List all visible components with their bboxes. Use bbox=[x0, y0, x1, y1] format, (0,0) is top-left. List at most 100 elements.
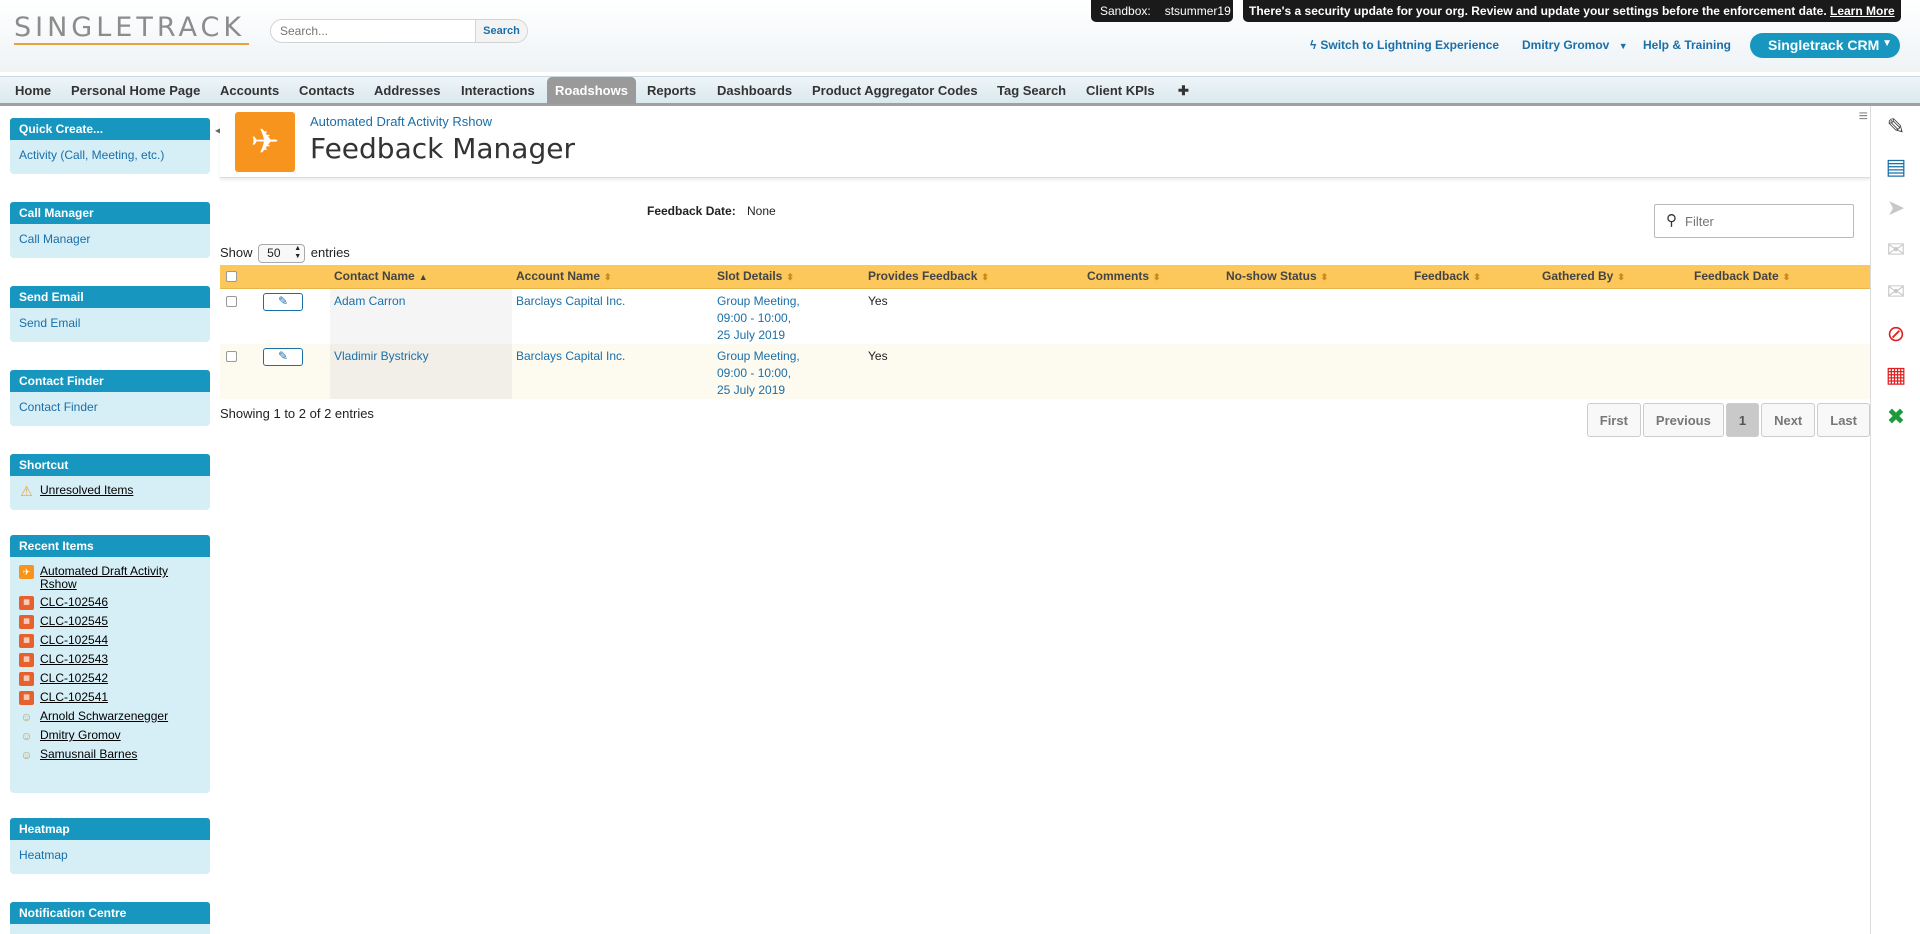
notifications-off-icon[interactable]: ⊘ bbox=[1882, 320, 1910, 348]
recent-item-link[interactable]: CLC-102541 bbox=[40, 691, 108, 704]
comments-cell bbox=[1083, 288, 1222, 344]
column-header-no-show-status[interactable]: No-show Status ⬍ bbox=[1222, 265, 1410, 289]
select-all-checkbox[interactable] bbox=[226, 270, 237, 282]
account-link[interactable]: Barclays Capital Inc. bbox=[516, 349, 625, 363]
tab-reports[interactable]: Reports bbox=[647, 77, 696, 104]
tab-interactions[interactable]: Interactions bbox=[461, 77, 535, 104]
recent-item[interactable]: ▦ CLC-102546 bbox=[19, 596, 201, 610]
recent-item[interactable]: ▦ CLC-102543 bbox=[19, 653, 201, 667]
recent-item-link[interactable]: Arnold Schwarzenegger bbox=[40, 710, 168, 723]
global-search: Search bbox=[270, 19, 528, 43]
search-icon: ⚲ bbox=[1666, 212, 1677, 229]
hamburger-menu-icon[interactable]: ≡ bbox=[1859, 108, 1868, 126]
help-training-link[interactable]: Help & Training bbox=[1643, 38, 1731, 52]
feedback-date-cell bbox=[1690, 343, 1870, 399]
user-name: Dmitry Gromov bbox=[1522, 38, 1610, 52]
call-manager-section: Call Manager Call Manager bbox=[10, 202, 210, 258]
app-switcher[interactable]: Singletrack CRM ▼ bbox=[1750, 33, 1900, 58]
calendar-icon[interactable]: ▦ bbox=[1882, 361, 1910, 389]
slot-link[interactable]: Group Meeting, 09:00 - 10:00, 25 July 2019 bbox=[717, 349, 800, 397]
quick-create-activity-link[interactable]: Activity (Call, Meeting, etc.) bbox=[19, 148, 201, 162]
recent-item-link[interactable]: CLC-102544 bbox=[40, 634, 108, 647]
tab-dashboards[interactable]: Dashboards bbox=[717, 77, 792, 104]
learn-more-link[interactable]: Learn More bbox=[1830, 4, 1895, 18]
singletrack-logo[interactable]: SINGLETRACK bbox=[14, 12, 245, 43]
recent-item-link[interactable]: Samusnail Barnes bbox=[40, 748, 137, 761]
call-manager-link[interactable]: Call Manager bbox=[19, 232, 201, 246]
tab-personal-home-page[interactable]: Personal Home Page bbox=[71, 77, 200, 104]
column-header-account-name[interactable]: Account Name ⬍ bbox=[512, 265, 713, 289]
column-header-label: Feedback bbox=[1414, 269, 1470, 284]
column-header-feedback-date[interactable]: Feedback Date ⬍ bbox=[1690, 265, 1870, 289]
switch-lightning-link[interactable]: ϟ Switch to Lightning Experience bbox=[1310, 38, 1499, 52]
tab-contacts[interactable]: Contacts bbox=[299, 77, 355, 104]
column-header-label: Gathered By bbox=[1542, 269, 1614, 284]
unresolved-items-link[interactable]: Unresolved Items bbox=[40, 484, 133, 497]
send-email-link[interactable]: Send Email bbox=[19, 316, 201, 330]
row-checkbox[interactable] bbox=[226, 295, 237, 307]
recent-item-link[interactable]: CLC-102545 bbox=[40, 615, 108, 628]
recent-item[interactable]: ☺ Samusnail Barnes bbox=[19, 748, 201, 763]
slot-details-cell: Group Meeting, 09:00 - 10:00, 25 July 2019 bbox=[713, 288, 864, 344]
recent-item-link[interactable]: CLC-102543 bbox=[40, 653, 108, 666]
app-name: Singletrack CRM bbox=[1768, 37, 1880, 53]
page-header: ✈ Automated Draft Activity Rshow Feedbac… bbox=[220, 108, 1870, 178]
edit-row-button[interactable]: ✎ bbox=[263, 292, 303, 311]
send-email-section: Send Email Send Email bbox=[10, 286, 210, 342]
pagination: First Previous 1 Next Last bbox=[1585, 403, 1870, 439]
filter-input[interactable] bbox=[1685, 214, 1845, 229]
page-1-button[interactable]: 1 bbox=[1725, 403, 1760, 437]
recent-item-link[interactable]: Dmitry Gromov bbox=[40, 729, 121, 742]
previous-page-button[interactable]: Previous bbox=[1642, 403, 1724, 437]
search-button[interactable]: Search bbox=[475, 20, 527, 42]
recent-item[interactable]: ☺ Dmitry Gromov bbox=[19, 729, 201, 744]
tab-home[interactable]: Home bbox=[15, 77, 51, 104]
word-document-icon[interactable]: ▤ bbox=[1882, 153, 1910, 181]
tab-tag-search[interactable]: Tag Search bbox=[997, 77, 1066, 104]
column-header-contact-name[interactable]: Contact Name ▲ bbox=[330, 265, 512, 289]
column-header-feedback[interactable]: Feedback ⬍ bbox=[1410, 265, 1538, 289]
recent-item[interactable]: ☺ Arnold Schwarzenegger bbox=[19, 710, 201, 725]
clc-icon: ▦ bbox=[19, 653, 34, 667]
add-tab-icon[interactable]: ✚ bbox=[1178, 77, 1189, 104]
slot-link[interactable]: Group Meeting, 09:00 - 10:00, 25 July 2019 bbox=[717, 294, 800, 342]
search-input[interactable] bbox=[280, 23, 460, 39]
roadshow-icon: ✈ bbox=[19, 565, 34, 579]
contact-finder-link[interactable]: Contact Finder bbox=[19, 400, 201, 414]
contact-link[interactable]: Vladimir Bystricky bbox=[334, 349, 429, 363]
edit-row-button[interactable]: ✎ bbox=[263, 347, 303, 366]
first-page-button[interactable]: First bbox=[1586, 403, 1641, 437]
user-menu[interactable]: Dmitry Gromov ▼ bbox=[1522, 38, 1628, 52]
heatmap-link[interactable]: Heatmap bbox=[19, 848, 201, 862]
shortcut-unresolved-items[interactable]: ⚠ Unresolved Items bbox=[19, 484, 201, 499]
recent-item[interactable]: ▦ CLC-102544 bbox=[19, 634, 201, 648]
column-header-gathered-by[interactable]: Gathered By ⬍ bbox=[1538, 265, 1690, 289]
contact-link[interactable]: Adam Carron bbox=[334, 294, 405, 308]
tab-addresses[interactable]: Addresses bbox=[374, 77, 440, 104]
tab-roadshows[interactable]: Roadshows bbox=[547, 77, 636, 104]
row-checkbox[interactable] bbox=[226, 350, 237, 362]
tab-product-aggregator-codes[interactable]: Product Aggregator Codes bbox=[812, 77, 978, 104]
recent-item-link[interactable]: CLC-102546 bbox=[40, 596, 108, 609]
excel-export-icon[interactable]: ✖ bbox=[1882, 403, 1910, 431]
quick-create-header: Quick Create... bbox=[10, 118, 210, 140]
account-link[interactable]: Barclays Capital Inc. bbox=[516, 294, 625, 308]
edit-note-icon[interactable]: ✎ bbox=[1882, 113, 1910, 141]
lightning-bolt-icon: ϟ bbox=[1310, 38, 1317, 52]
column-header-comments[interactable]: Comments ⬍ bbox=[1083, 265, 1222, 289]
recent-item[interactable]: ▦ CLC-102542 bbox=[19, 672, 201, 686]
tab-accounts[interactable]: Accounts bbox=[220, 77, 279, 104]
next-page-button[interactable]: Next bbox=[1761, 403, 1816, 437]
column-header-provides-feedback[interactable]: Provides Feedback ⬍ bbox=[864, 265, 1083, 289]
recent-item-link[interactable]: Automated Draft Activity Rshow bbox=[40, 565, 201, 591]
column-header-slot-details[interactable]: Slot Details ⬍ bbox=[713, 265, 864, 289]
recent-item[interactable]: ▦ CLC-102545 bbox=[19, 615, 201, 629]
recent-item[interactable]: ✈ Automated Draft Activity Rshow bbox=[19, 565, 201, 591]
entries-per-page-select[interactable]: 50 ▲ ▼ bbox=[258, 244, 306, 263]
right-toolbar: ✎ ▤ ➤ ✉ ✉ ⊘ ▦ ✖ bbox=[1870, 106, 1920, 934]
recent-item-link[interactable]: CLC-102542 bbox=[40, 672, 108, 685]
tab-client-kpis[interactable]: Client KPIs bbox=[1086, 77, 1155, 104]
recent-item[interactable]: ▦ CLC-102541 bbox=[19, 691, 201, 705]
record-name-link[interactable]: Automated Draft Activity Rshow bbox=[310, 114, 492, 129]
last-page-button[interactable]: Last bbox=[1817, 403, 1870, 437]
